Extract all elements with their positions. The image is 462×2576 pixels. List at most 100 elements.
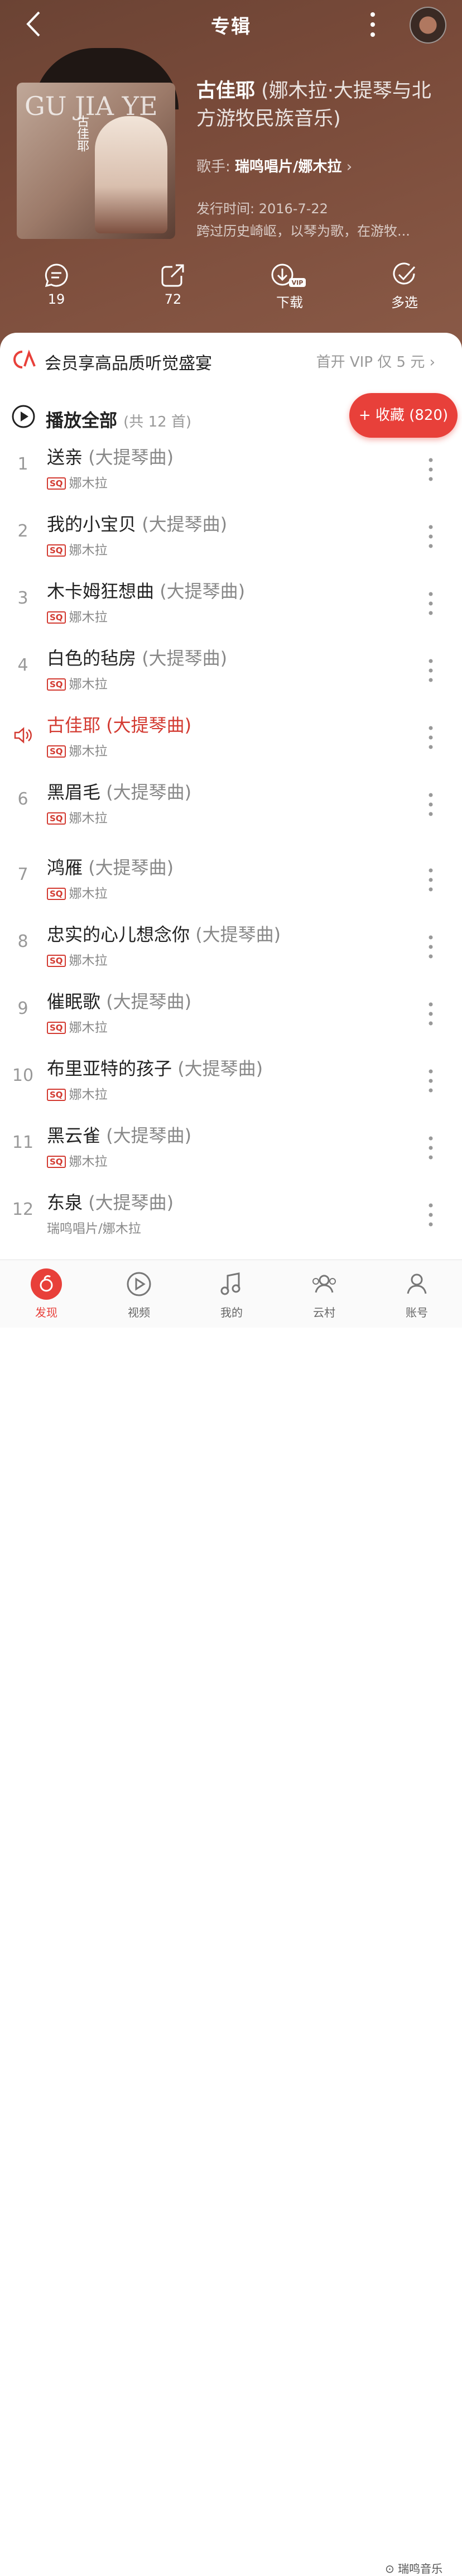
collect-button[interactable]: + 收藏 (820): [349, 393, 458, 438]
account-icon: [407, 1273, 427, 1294]
now-playing-disc[interactable]: [410, 7, 446, 44]
speaker-icon: [14, 727, 32, 744]
song-more-icon[interactable]: [426, 1134, 435, 1162]
song-more-icon[interactable]: [426, 657, 435, 684]
song-tag: (大提琴曲): [106, 782, 192, 803]
song-more-icon[interactable]: [426, 1201, 435, 1229]
share-button[interactable]: 72: [137, 262, 209, 307]
song-number: 7: [17, 865, 28, 884]
song-number: 6: [17, 789, 28, 809]
play-all-label: 播放全部: [46, 410, 118, 431]
page-title: 专辑: [211, 16, 251, 38]
download-button[interactable]: VIP 下载: [253, 262, 326, 311]
song-meta: SQ 娜木拉: [47, 606, 108, 625]
song-more-icon[interactable]: [426, 1000, 435, 1028]
song-more-icon[interactable]: [426, 590, 435, 617]
song-tag: (大提琴曲): [88, 1192, 174, 1213]
song-row[interactable]: 7 鸿雁 (大提琴曲) SQ 娜木拉: [0, 846, 462, 913]
song-row[interactable]: 2 我的小宝贝 (大提琴曲) SQ 娜木拉: [0, 502, 462, 569]
tab-account[interactable]: 账号: [370, 1268, 462, 1320]
music-note-icon: [220, 1272, 240, 1295]
song-row[interactable]: 10 布里亚特的孩子 (大提琴曲) SQ 娜木拉: [0, 1047, 462, 1114]
song-row[interactable]: 8 忠实的心儿想念你 (大提琴曲) SQ 娜木拉: [0, 913, 462, 980]
cover-title: 古佳耶: [75, 115, 89, 152]
song-tag: (大提琴曲): [88, 447, 174, 468]
song-row[interactable]: 9 催眠歌 (大提琴曲) SQ 娜木拉: [0, 980, 462, 1047]
tab-video-label: 视频: [128, 1306, 150, 1319]
play-all-button[interactable]: 播放全部 (共 12 首): [46, 406, 191, 432]
sq-badge: SQ: [47, 812, 66, 825]
singer-link[interactable]: 歌手: 瑞鸣唱片/娜木拉 ›: [196, 155, 352, 176]
song-more-icon[interactable]: [426, 933, 435, 961]
song-more-icon[interactable]: [426, 523, 435, 550]
song-artist: 娜木拉: [69, 1021, 108, 1035]
download-label: 下载: [276, 295, 303, 310]
song-row[interactable]: 6 黑眉毛 (大提琴曲) SQ 娜木拉: [0, 770, 462, 837]
song-number: 9: [17, 999, 28, 1018]
song-meta: SQ 娜木拉: [47, 1017, 108, 1036]
song-tag: (大提琴曲): [106, 991, 192, 1012]
song-tag: (大提琴曲): [195, 924, 281, 945]
singer-label: 歌手:: [196, 159, 235, 175]
song-title: 白色的毡房 (大提琴曲): [47, 644, 227, 670]
song-title: 催眠歌 (大提琴曲): [47, 988, 191, 1013]
sq-badge: SQ: [47, 1089, 66, 1101]
song-name: 黑眉毛: [47, 782, 101, 803]
sq-badge: SQ: [47, 745, 66, 758]
wechat-icon: ⊙: [385, 2562, 398, 2575]
discover-icon: [31, 1268, 62, 1300]
song-name: 鸿雁: [47, 857, 83, 878]
comment-button[interactable]: 19: [20, 262, 93, 307]
song-meta: SQ 娜木拉: [47, 807, 108, 826]
more-options-icon[interactable]: [367, 10, 378, 39]
album-description[interactable]: 跨过历史崎岖，以琴为歌，在游牧...: [196, 220, 442, 240]
song-row[interactable]: 古佳耶 (大提琴曲) SQ 娜木拉: [0, 703, 462, 770]
play-all-icon[interactable]: [11, 404, 36, 429]
song-title: 布里亚特的孩子 (大提琴曲): [47, 1055, 263, 1080]
song-row[interactable]: 12 东泉 (大提琴曲) 瑞鸣唱片/娜木拉: [0, 1181, 462, 1248]
song-title: 东泉 (大提琴曲): [47, 1189, 174, 1214]
song-artist: 娜木拉: [69, 543, 108, 558]
song-more-icon[interactable]: [426, 456, 435, 483]
song-name: 古佳耶: [47, 715, 101, 736]
song-more-icon[interactable]: [426, 1067, 435, 1095]
multi-select-icon: [393, 262, 416, 285]
album-cover[interactable]: GU JIA YE 古佳耶: [17, 83, 175, 239]
vip-promo[interactable]: 首开 VIP 仅 5 元 ›: [316, 351, 435, 371]
sq-badge: SQ: [47, 888, 66, 900]
song-title: 我的小宝贝 (大提琴曲): [47, 510, 227, 536]
tab-mine-label: 我的: [220, 1306, 243, 1319]
watermark: ⊙ 瑞鸣音乐: [385, 2560, 442, 2576]
song-more-icon[interactable]: [426, 791, 435, 818]
multi-select-button[interactable]: 多选: [368, 262, 441, 311]
song-title: 忠实的心儿想念你 (大提琴曲): [47, 921, 281, 946]
song-title: 送亲 (大提琴曲): [47, 443, 174, 469]
vip-banner[interactable]: 会员享高品质听觉盛宴 首开 VIP 仅 5 元 ›: [0, 333, 462, 388]
sq-badge: SQ: [47, 611, 66, 624]
song-tag: (大提琴曲): [88, 857, 174, 878]
singer-name: 瑞鸣唱片/娜木拉: [235, 159, 342, 175]
tab-community[interactable]: 云村: [278, 1268, 370, 1320]
song-more-icon[interactable]: [426, 866, 435, 894]
tab-discover[interactable]: 发现: [0, 1268, 93, 1320]
sq-badge: SQ: [47, 678, 66, 691]
song-artist: 娜木拉: [69, 677, 108, 692]
song-more-icon[interactable]: [426, 724, 435, 751]
song-artist: 娜木拉: [69, 744, 108, 759]
song-tag: (大提琴曲): [160, 581, 246, 602]
tab-mine[interactable]: 我的: [185, 1268, 278, 1320]
song-artist: 娜木拉: [69, 610, 108, 625]
album-header: 专辑 GU JIA YE 古佳耶 古佳耶 (娜木拉·大提琴与北方游牧民族音乐) …: [0, 0, 462, 357]
song-row[interactable]: 3 木卡姆狂想曲 (大提琴曲) SQ 娜木拉: [0, 569, 462, 636]
song-meta: SQ 娜木拉: [47, 1151, 108, 1170]
album-title-main: 古佳耶: [196, 80, 256, 102]
tab-video[interactable]: 视频: [93, 1268, 185, 1320]
song-artist: 娜木拉: [69, 476, 108, 491]
tab-discover-label: 发现: [35, 1306, 57, 1319]
song-artist: 娜木拉: [69, 887, 108, 901]
song-row[interactable]: 11 黑云雀 (大提琴曲) SQ 娜木拉: [0, 1114, 462, 1181]
download-icon: VIP: [271, 264, 306, 287]
song-title: 黑云雀 (大提琴曲): [47, 1122, 191, 1147]
song-row[interactable]: 4 白色的毡房 (大提琴曲) SQ 娜木拉: [0, 636, 462, 703]
song-row[interactable]: 1 送亲 (大提琴曲) SQ 娜木拉: [0, 435, 462, 502]
